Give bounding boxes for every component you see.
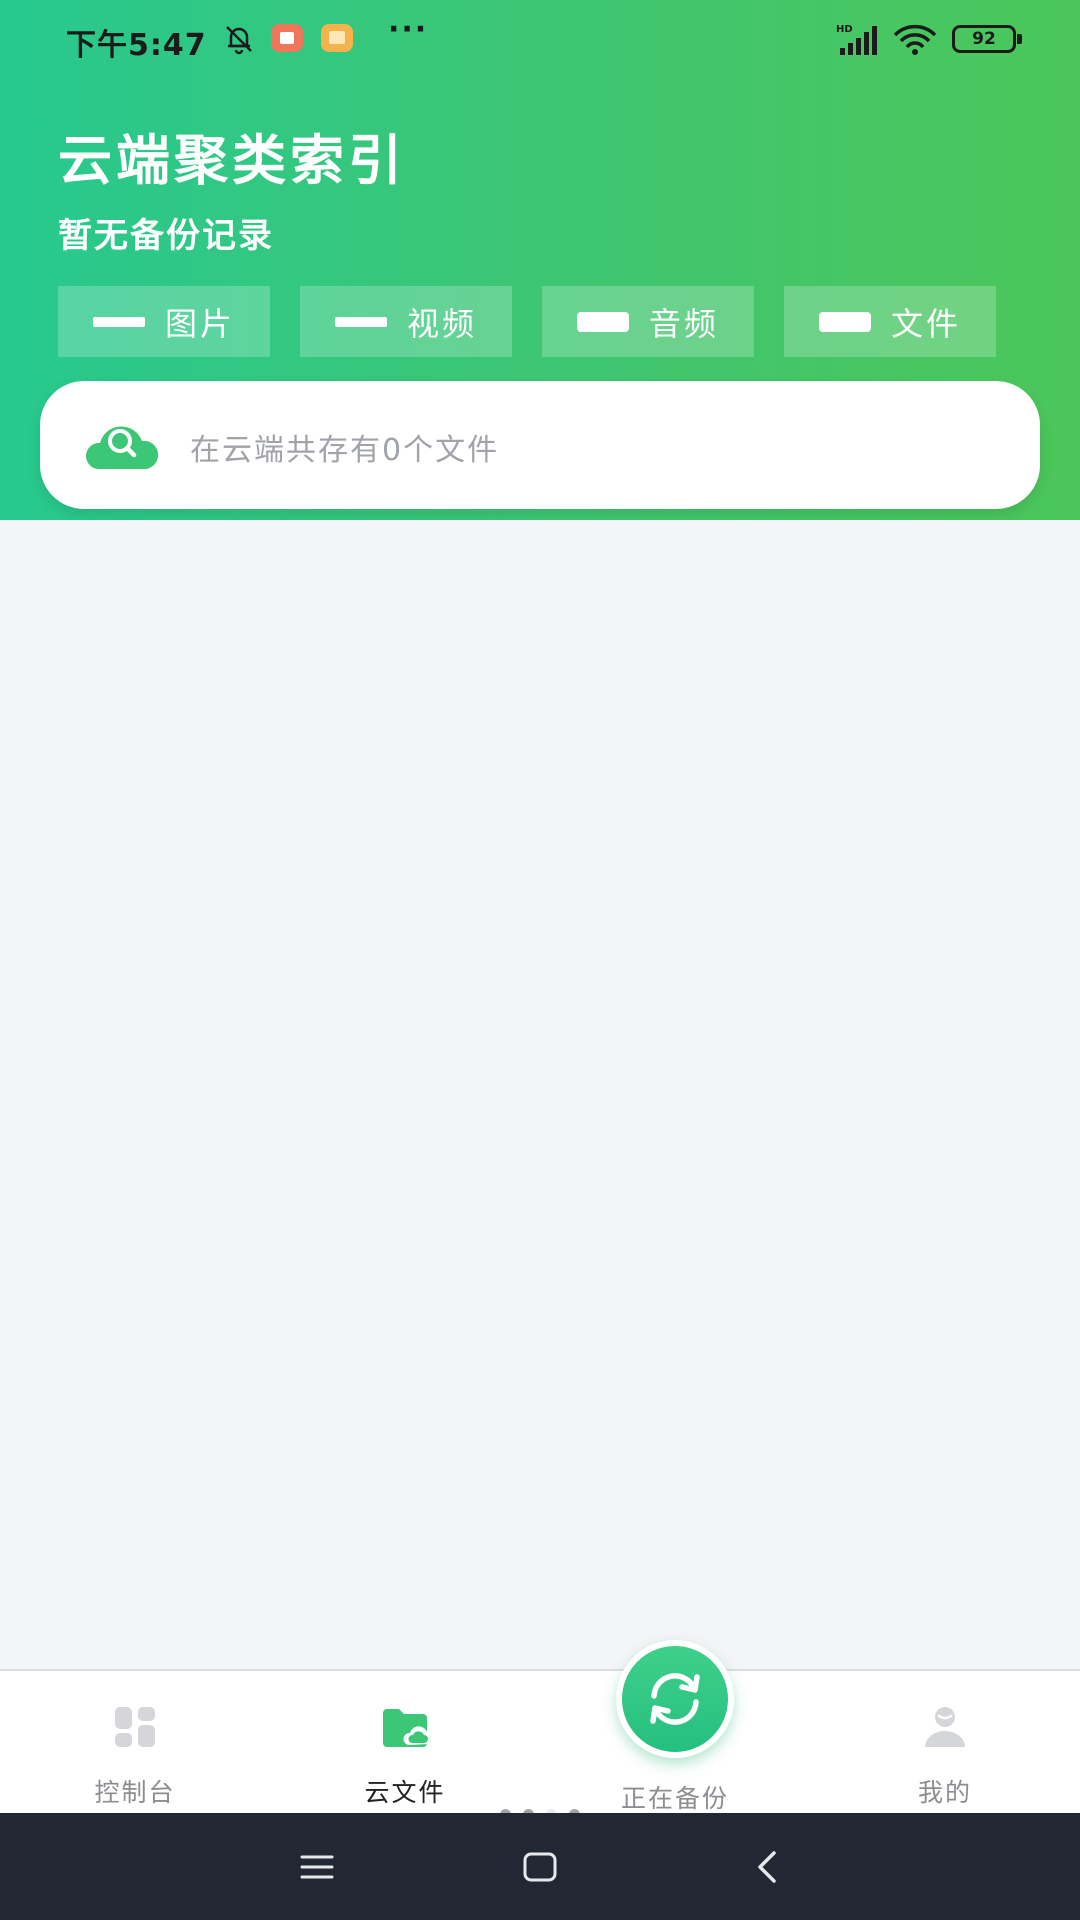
category-label: 视频: [407, 304, 478, 343]
category-videos-button[interactable]: 视频: [300, 286, 512, 357]
status-time: 下午5:47: [66, 28, 207, 63]
sync-icon: [650, 1673, 700, 1725]
tab-console[interactable]: 控制台: [0, 1671, 270, 1813]
system-nav-bar: [0, 1813, 1080, 1920]
cloud-folder-icon: [383, 1709, 429, 1747]
category-files-button[interactable]: 文件: [784, 286, 996, 357]
svg-text:HD: HD: [836, 24, 853, 35]
tab-label: 我的: [917, 1778, 972, 1807]
category-row: 图片 视频 音频 文件: [58, 286, 998, 357]
backup-status-text: 暂无备份记录: [58, 216, 274, 256]
category-audio-button[interactable]: 音频: [542, 286, 754, 357]
tab-cloud-files[interactable]: 云文件: [270, 1671, 540, 1813]
block-icon: [819, 311, 871, 332]
more-dots-icon: ···: [388, 12, 429, 47]
cloud-search-icon: [85, 426, 159, 469]
dashboard-icon: [115, 1707, 155, 1747]
tab-label: 控制台: [94, 1778, 176, 1807]
dash-icon: [335, 316, 387, 327]
app-notification-icon: [271, 24, 303, 52]
hd-signal-icon: HD: [836, 24, 877, 55]
dash-icon: [93, 316, 145, 327]
home-icon[interactable]: [516, 1843, 564, 1891]
search-placeholder: 在云端共存有0个文件: [190, 433, 500, 468]
header-banner: 下午5:47 ··· HD 92 云端聚类索引 暂无备份记录 图片 视频 音频 …: [0, 0, 1080, 520]
tab-profile[interactable]: 我的: [810, 1671, 1080, 1813]
backup-sync-button[interactable]: [616, 1640, 734, 1758]
category-label: 文件: [891, 304, 962, 343]
category-label: 音频: [649, 304, 720, 343]
wifi-icon: [893, 24, 937, 55]
block-icon: [577, 311, 629, 332]
category-label: 图片: [165, 304, 236, 343]
profile-icon: [925, 1707, 965, 1747]
back-icon[interactable]: [744, 1843, 792, 1891]
menu-icon[interactable]: [293, 1843, 341, 1891]
battery-icon: 92: [952, 25, 1022, 53]
page-title: 云端聚类索引: [58, 129, 406, 192]
status-bar: 下午5:47 ··· HD 92: [0, 0, 1080, 80]
bell-muted-icon: [226, 26, 252, 55]
gallery-notification-icon: [321, 24, 353, 52]
category-images-button[interactable]: 图片: [58, 286, 270, 357]
cloud-search-bar[interactable]: 在云端共存有0个文件: [40, 381, 1040, 509]
tab-label: 云文件: [364, 1778, 446, 1807]
file-list-area: [0, 520, 1080, 1670]
bottom-tab-bar: 控制台 云文件 正在备份 我的: [0, 1669, 1080, 1813]
